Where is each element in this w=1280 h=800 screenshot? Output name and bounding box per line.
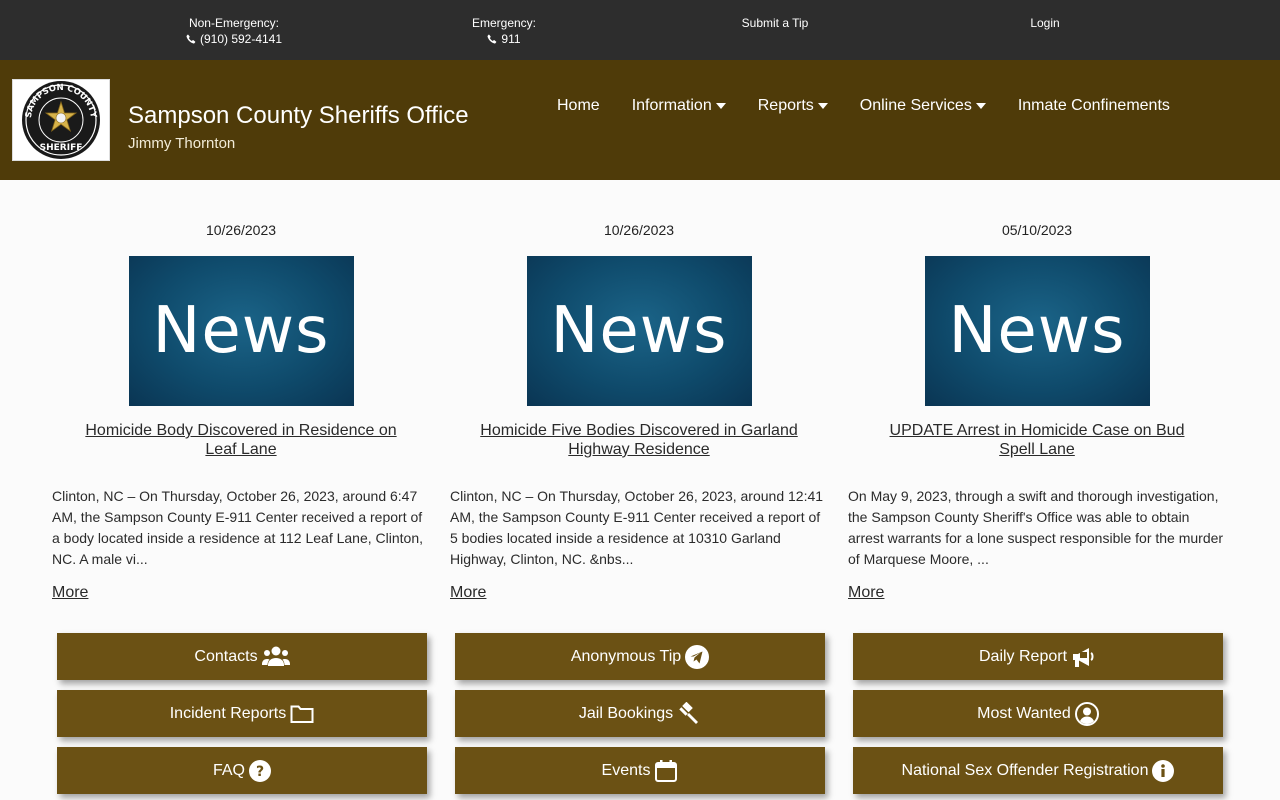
nav-home-label: Home	[557, 97, 600, 114]
news-more-link[interactable]: More	[848, 584, 884, 602]
events-button[interactable]: Events	[455, 747, 825, 794]
faq-button-label: FAQ	[212, 761, 245, 779]
svg-text:?: ?	[256, 764, 264, 780]
info-circle-icon	[1152, 759, 1175, 782]
news-item: 10/26/2023 News Homicide Five Bodies Dis…	[450, 222, 828, 602]
caret-down-icon	[817, 103, 828, 109]
nav-information-label: Information	[631, 97, 712, 114]
news-item: 10/26/2023 News Homicide Body Discovered…	[52, 222, 430, 602]
news-excerpt: Clinton, NC – On Thursday, October 26, 2…	[52, 488, 423, 567]
news-excerpt: Clinton, NC – On Thursday, October 26, 2…	[450, 488, 824, 567]
caret-down-icon	[715, 103, 726, 109]
jail-bookings-button[interactable]: Jail Bookings	[455, 690, 825, 737]
sex-offender-registration-button[interactable]: National Sex Offender Registration	[853, 747, 1223, 794]
anonymous-tip-button[interactable]: Anonymous Tip	[455, 633, 825, 680]
news-title-link[interactable]: Homicide Five Bodies Discovered in Garla…	[450, 421, 828, 461]
events-button-label: Events	[601, 761, 651, 779]
jail-bookings-button-label: Jail Bookings	[578, 704, 674, 722]
anonymous-tip-button-label: Anonymous Tip	[570, 647, 682, 665]
nav-online-services-label: Online Services	[859, 97, 972, 114]
emergency-phone: 911	[501, 32, 521, 46]
caret-down-icon	[975, 103, 986, 109]
most-wanted-button-label: Most Wanted	[977, 704, 1071, 722]
news-date: 10/26/2023	[603, 222, 675, 238]
nav-reports[interactable]: Reports	[758, 96, 828, 116]
users-icon	[261, 645, 290, 669]
nav-reports-label: Reports	[757, 97, 814, 114]
incident-reports-button[interactable]: Incident Reports	[57, 690, 427, 737]
news-title-link[interactable]: Homicide Body Discovered in Residence on…	[52, 421, 430, 461]
main-nav: Home Information Reports Online Services…	[557, 96, 1202, 116]
emergency-contact[interactable]: Emergency: 911	[454, 15, 554, 48]
megaphone-icon	[1071, 646, 1097, 668]
top-contact-bar: Non-Emergency: (910) 592-4141 Emergency:…	[0, 0, 1280, 60]
daily-report-button-label: Daily Report	[978, 647, 1068, 665]
contacts-button-label: Contacts	[194, 647, 258, 665]
nav-online-services[interactable]: Online Services	[860, 96, 986, 116]
nav-information[interactable]: Information	[632, 96, 726, 116]
non-emergency-label: Non-Emergency:	[188, 16, 280, 30]
question-circle-icon: ?	[249, 759, 271, 782]
news-more-link[interactable]: More	[450, 584, 486, 602]
news-excerpt: On May 9, 2023, through a swift and thor…	[848, 488, 1224, 567]
phone-icon	[487, 34, 497, 44]
news-item: 05/10/2023 News UPDATE Arrest in Homicid…	[848, 222, 1226, 602]
phone-icon	[186, 34, 196, 44]
news-title-link[interactable]: UPDATE Arrest in Homicide Case on Bud Sp…	[848, 421, 1226, 461]
emergency-label: Emergency:	[471, 16, 537, 30]
sheriff-name: Jimmy Thornton	[128, 135, 236, 152]
contacts-button[interactable]: Contacts	[57, 633, 427, 680]
news-date: 05/10/2023	[1001, 222, 1073, 238]
news-more-link[interactable]: More	[52, 584, 88, 602]
paper-plane-icon	[685, 644, 710, 669]
nav-inmate-confinements-label: Inmate Confinements	[1017, 97, 1170, 114]
submit-tip-link[interactable]: Submit a Tip	[720, 15, 830, 31]
news-image[interactable]: News	[128, 256, 354, 406]
login-link[interactable]: Login	[1010, 15, 1080, 31]
non-emergency-phone: (910) 592-4141	[199, 32, 283, 46]
faq-button[interactable]: FAQ ?	[57, 747, 427, 794]
news-image[interactable]: News	[526, 256, 752, 406]
sex-offender-registration-button-label: National Sex Offender Registration	[901, 761, 1149, 779]
nav-inmate-confinements[interactable]: Inmate Confinements	[1018, 96, 1170, 116]
site-header: SAMPSON COUNTY SHERIFF Sampson County Sh…	[0, 60, 1280, 180]
svg-text:SHERIFF: SHERIFF	[40, 143, 83, 153]
gavel-icon	[677, 701, 701, 726]
most-wanted-button[interactable]: Most Wanted	[853, 690, 1223, 737]
non-emergency-contact[interactable]: Non-Emergency: (910) 592-4141	[174, 15, 294, 48]
badge-icon: SAMPSON COUNTY SHERIFF	[22, 81, 100, 159]
nav-home[interactable]: Home	[557, 96, 600, 116]
incident-reports-button-label: Incident Reports	[169, 704, 287, 722]
daily-report-button[interactable]: Daily Report	[853, 633, 1223, 680]
news-date: 10/26/2023	[205, 222, 277, 238]
calendar-icon	[654, 759, 678, 783]
news-image[interactable]: News	[924, 256, 1150, 406]
site-title[interactable]: Sampson County Sheriffs Office	[128, 102, 469, 130]
sheriff-badge-logo[interactable]: SAMPSON COUNTY SHERIFF	[12, 79, 110, 161]
folder-icon	[290, 704, 314, 724]
user-circle-icon	[1074, 701, 1099, 726]
